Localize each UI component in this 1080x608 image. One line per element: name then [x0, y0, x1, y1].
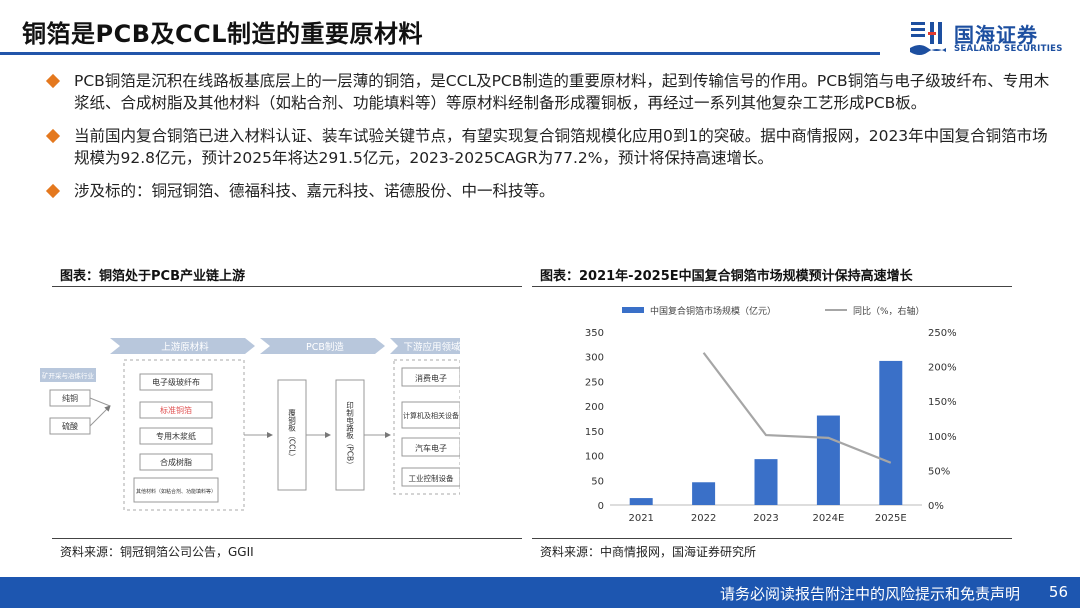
page-number: 56 [1048, 583, 1068, 601]
mining-label: 矿开采与冶炼行业 [42, 371, 95, 380]
bullet-text: 涉及标的：铜冠铜箔、德福科技、嘉元科技、诺德股份、中一科技等。 [74, 182, 555, 200]
y2-tick-label: 200% [928, 363, 957, 374]
diamond-bullet-icon [45, 183, 61, 199]
bullet-text: 当前国内复合铜箔已进入材料认证、装车试验关键节点，有望实现复合铜箔规模化应用0到… [74, 127, 1048, 167]
x-tick-label: 2023 [753, 513, 778, 524]
y-tick-label: 100 [585, 452, 604, 463]
y2-tick-label: 100% [928, 432, 957, 443]
bullet-list: PCB铜箔是沉积在线路板基底层上的一层薄的铜箔，是CCL及PCB制造的重要原材料… [45, 70, 1058, 213]
pcb-label: 印制电路板（PCB） [345, 401, 354, 469]
left-caption-rule [52, 286, 522, 287]
bar [692, 482, 716, 505]
right-figure-caption: 图表：2021年-2025E中国复合铜箔市场规模预计保持高速增长 [540, 269, 913, 284]
x-tick-label: 2021 [628, 513, 653, 524]
downstream-header-label: 下游应用领域 [403, 341, 460, 353]
bar [879, 360, 903, 505]
y-tick-label: 50 [591, 476, 604, 487]
y-tick-label: 150 [585, 427, 604, 438]
material-label: 专用木浆纸 [156, 431, 196, 441]
bar [754, 459, 778, 505]
title-rule [0, 52, 880, 55]
acid-label: 硫酸 [62, 421, 78, 431]
diamond-bullet-icon [45, 128, 61, 144]
right-figure-source: 资料来源：中商情报网，国海证券研究所 [540, 545, 757, 559]
y-tick-label: 0 [598, 501, 604, 512]
bar [816, 415, 840, 505]
y-tick-label: 300 [585, 353, 604, 364]
slide-title: 铜箔是PCB及CCL制造的重要原材料 [22, 20, 424, 48]
material-label: 电子级玻纤布 [152, 377, 200, 387]
ccl-label: 覆铜板（CCL） [287, 409, 296, 462]
bullet-item: 当前国内复合铜箔已进入材料认证、装车试验关键节点，有望实现复合铜箔规模化应用0到… [45, 125, 1058, 169]
x-tick-label: 2024E [813, 513, 845, 524]
y-tick-label: 350 [585, 328, 604, 339]
footer-disclaimer: 请务必阅读报告附注中的风险提示和免责声明 [719, 585, 1020, 603]
y-tick-label: 250 [585, 377, 604, 388]
legend-bar-swatch [622, 307, 644, 313]
x-tick-label: 2022 [691, 513, 716, 524]
legend-line-label: 同比（%，右轴） [853, 305, 925, 317]
material-label-highlight: 标准铜箔 [160, 405, 192, 415]
application-label: 工业控制设备 [409, 473, 454, 483]
right-caption-rule [532, 286, 1012, 287]
y2-tick-label: 50% [928, 466, 950, 477]
y2-tick-label: 0% [928, 501, 944, 512]
left-figure-caption: 图表：铜箔处于PCB产业链上游 [60, 269, 245, 284]
logo-name-en: SEALAND SECURITIES [954, 44, 1063, 54]
application-label: 计算机及相关设备 [403, 411, 459, 420]
application-label: 消费电子 [415, 373, 447, 383]
market-size-chart: 中国复合铜箔市场规模（亿元） 同比（%，右轴） 0 50 100 150 200 250 30… [585, 305, 957, 524]
y-tick-label: 200 [585, 402, 604, 413]
y2-tick-label: 150% [928, 397, 957, 408]
upstream-header-label: 上游原材料 [161, 341, 209, 353]
diamond-bullet-icon [45, 73, 61, 89]
copper-label: 纯铜 [62, 393, 78, 403]
yoy-line [702, 352, 892, 464]
x-tick-label: 2025E [875, 513, 907, 524]
pcb-header-label: PCB制造 [306, 341, 344, 353]
footer-bar: 请务必阅读报告附注中的风险提示和免责声明 56 [0, 577, 1080, 608]
right-source-rule [532, 538, 1012, 539]
sealand-logo-icon [910, 22, 946, 55]
material-label: 其他材料（如粘合剂、功能填料等） [136, 488, 216, 495]
y2-tick-label: 250% [928, 328, 957, 339]
bullet-item: PCB铜箔是沉积在线路板基底层上的一层薄的铜箔，是CCL及PCB制造的重要原材料… [45, 70, 1058, 114]
legend-bar-label: 中国复合铜箔市场规模（亿元） [650, 305, 776, 317]
industry-chain-diagram: 上游原材料 PCB制造 下游应用领域 矿开采与冶炼行业 纯铜 硫酸 电子级玻纤布… [40, 338, 460, 511]
material-label: 合成树脂 [160, 457, 192, 467]
bullet-text: PCB铜箔是沉积在线路板基底层上的一层薄的铜箔，是CCL及PCB制造的重要原材料… [74, 72, 1050, 112]
bar [629, 498, 653, 505]
bullet-item: 涉及标的：铜冠铜箔、德福科技、嘉元科技、诺德股份、中一科技等。 [45, 180, 1058, 202]
left-source-rule [52, 538, 522, 539]
application-label: 汽车电子 [415, 443, 447, 453]
company-logo: 国海证券 SEALAND SECURITIES [908, 18, 1068, 60]
left-figure-source: 资料来源：铜冠铜箔公司公告，GGII [60, 545, 254, 559]
